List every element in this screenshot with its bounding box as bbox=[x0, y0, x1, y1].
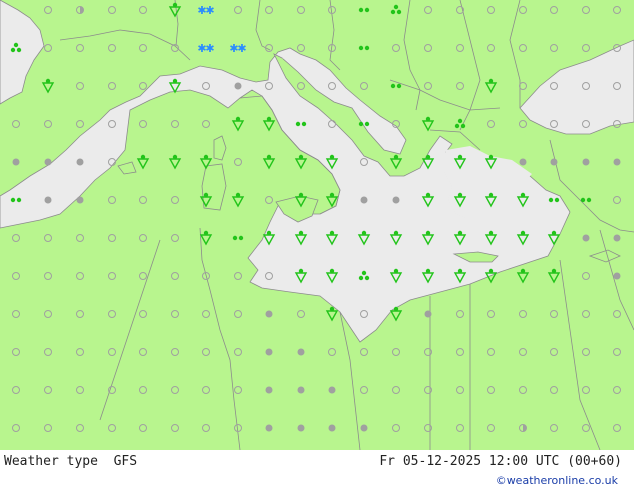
snow-icon: ✱✱ bbox=[197, 42, 214, 55]
site-credit[interactable]: ©weatheronline.co.uk bbox=[496, 474, 618, 487]
cloudy-dot-icon bbox=[392, 196, 400, 204]
cloudy-dot-icon bbox=[519, 158, 527, 166]
weather-map: ✱✱✱✱ ✱✱ bbox=[0, 0, 634, 450]
cloudy-dot-icon bbox=[582, 234, 590, 242]
cloudy-dot-icon bbox=[328, 386, 336, 394]
svg-text:✱: ✱ bbox=[205, 42, 214, 55]
snow-icon: ✱✱ bbox=[229, 42, 246, 55]
cloudy-dot-icon bbox=[297, 348, 305, 356]
cloudy-dot-icon bbox=[44, 196, 52, 204]
forecast-time: Fr 05-12-2025 12:00 UTC (00+60) bbox=[379, 454, 622, 469]
cloudy-dot-icon bbox=[613, 158, 621, 166]
svg-text:✱: ✱ bbox=[237, 42, 246, 55]
map-title: Weather type GFS bbox=[4, 454, 138, 469]
cloudy-dot-icon bbox=[613, 234, 621, 242]
cloudy-dot-icon bbox=[582, 158, 590, 166]
cloudy-dot-icon bbox=[297, 424, 305, 432]
cloudy-dot-icon bbox=[265, 310, 273, 318]
cloudy-dot-icon bbox=[265, 424, 273, 432]
snow-icon: ✱✱ bbox=[197, 4, 214, 17]
cloudy-dot-icon bbox=[76, 196, 84, 204]
cloudy-dot-icon bbox=[297, 386, 305, 394]
footer: Weather type GFS Fr 05-12-2025 12:00 UTC… bbox=[0, 450, 634, 490]
cloudy-dot-icon bbox=[360, 424, 368, 432]
cloudy-dot-icon bbox=[44, 158, 52, 166]
cloudy-dot-icon bbox=[265, 348, 273, 356]
cloudy-dot-icon bbox=[360, 196, 368, 204]
cloudy-dot-icon bbox=[424, 310, 432, 318]
cloudy-dot-icon bbox=[265, 386, 273, 394]
cloudy-dot-icon bbox=[76, 158, 84, 166]
cloudy-dot-icon bbox=[234, 82, 242, 90]
cloudy-dot-icon bbox=[328, 424, 336, 432]
cloudy-dot-icon bbox=[12, 158, 20, 166]
cloudy-dot-icon bbox=[613, 272, 621, 280]
svg-text:✱: ✱ bbox=[205, 4, 214, 17]
cloudy-dot-icon bbox=[550, 158, 558, 166]
